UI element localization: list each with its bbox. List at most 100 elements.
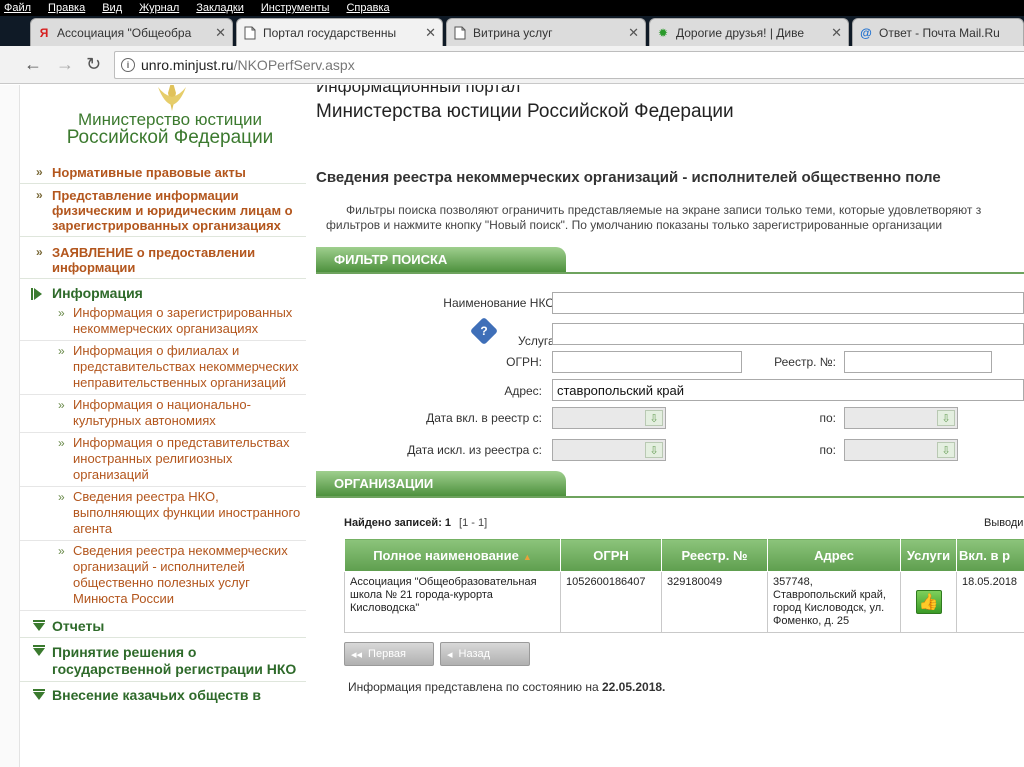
sort-icon[interactable]: ▲ (523, 552, 532, 562)
browser-tab-active[interactable]: Портал государственны ✕ (236, 18, 443, 46)
orgs-table: Полное наименование ▲ ОГРН Реестр. № Адре… (344, 538, 1024, 633)
browser-tab[interactable]: @ Ответ - Почта Mail.Ru (852, 18, 1024, 46)
address-bar: ← → ↻ i unro.minjust.ru/NKOPerfServ.aspx (0, 46, 1024, 84)
back-arrow-icon[interactable]: ← (24, 54, 42, 75)
help-icon[interactable]: ? (469, 316, 499, 346)
portal-title-line1: Информационный портал (316, 85, 521, 96)
column-header-ogrn[interactable]: ОГРН (560, 538, 662, 572)
nav-item-info-provision[interactable]: » Представление информации физическим и ю… (20, 184, 306, 237)
calendar-icon[interactable]: ⇩ (937, 410, 955, 426)
calendar-icon[interactable]: ⇩ (645, 442, 663, 458)
collapse-arrow-icon (33, 689, 45, 700)
expand-arrow-icon (31, 288, 42, 300)
nav-subitem-religious[interactable]: » Информация о представительствах иностра… (20, 433, 306, 487)
filter-title: ФИЛЬТР ПОИСКА (316, 247, 566, 273)
url-field[interactable]: i unro.minjust.ru/NKOPerfServ.aspx (114, 51, 1024, 79)
cell-regno: 329180049 (661, 571, 768, 633)
nko-name-label: Наименование НКО: (443, 296, 558, 310)
bullet-icon: » (58, 344, 65, 358)
column-header-services[interactable]: Услуги (900, 538, 957, 572)
column-header-address[interactable]: Адрес (767, 538, 901, 572)
portal-title-line2: Министерства юстиции Российской Федераци… (316, 101, 734, 122)
calendar-icon[interactable]: ⇩ (645, 410, 663, 426)
nav-item-reports[interactable]: Отчеты (20, 611, 306, 638)
back-page-button[interactable]: ◂ Назад (440, 642, 530, 666)
date-out-from-field[interactable]: ⇩ (552, 439, 666, 461)
first-page-button[interactable]: ◂◂ Первая (344, 642, 434, 666)
ogrn-input[interactable] (552, 351, 742, 373)
double-left-arrow-icon: ◂◂ (351, 648, 363, 661)
menu-history[interactable]: Журнал (139, 0, 179, 16)
status-line: Информация представлена по состоянию на … (348, 680, 666, 694)
output-label: Выводи (984, 517, 1024, 529)
mail-at-icon: @ (860, 25, 872, 40)
url-path: /NKOPerfServ.aspx (233, 57, 355, 73)
tab-label: Ассоциация "Общеобра (57, 25, 192, 40)
bullet-icon: » (36, 165, 43, 179)
nav-subitem-foreign-agents[interactable]: » Сведения реестра НКО, выполняющих функц… (20, 487, 306, 541)
found-count: Найдено записей: 1 [1 - 1] (344, 517, 488, 529)
close-icon[interactable]: ✕ (215, 25, 226, 41)
close-icon[interactable]: ✕ (425, 25, 436, 41)
table-header-row: Полное наименование ▲ ОГРН Реестр. № Адре… (344, 538, 1024, 572)
ogrn-label: ОГРН: (506, 355, 542, 369)
page-content: Я Министерство юстиции Российской Федера… (0, 85, 1024, 767)
nav-item-application[interactable]: » ЗАЯВЛЕНИЕ о предоставлении информации (20, 237, 306, 279)
forward-arrow-icon[interactable]: → (56, 54, 74, 75)
browser-tab[interactable]: ✹ Дорогие друзья! | Диве ✕ (649, 18, 849, 46)
close-icon[interactable]: ✕ (628, 25, 639, 41)
nav-subitem-autonomies[interactable]: » Информация о национально-культурных авт… (20, 395, 306, 433)
date-out-to-field[interactable]: ⇩ (844, 439, 958, 461)
document-icon (453, 26, 467, 40)
bullet-icon: » (36, 245, 43, 259)
date-in-from-field[interactable]: ⇩ (552, 407, 666, 429)
ministry-title: Министерство юстиции Российской Федераци… (40, 111, 300, 148)
bullet-icon: » (58, 544, 65, 558)
column-header-date[interactable]: Вкл. в р (956, 538, 1024, 572)
bullet-icon: » (58, 398, 65, 412)
bullet-icon: » (36, 188, 43, 202)
reload-icon[interactable]: ↻ (86, 54, 101, 75)
nav-item-cossack[interactable]: Внесение казачьих обществ в (20, 682, 306, 706)
cell-name: Ассоциация "Общеобразовательная школа № … (344, 571, 561, 633)
bullet-icon: » (58, 490, 65, 504)
thumbs-up-icon[interactable]: 👍 (915, 590, 942, 614)
nav-item-information[interactable]: Информация (20, 279, 306, 303)
menu-bookmarks[interactable]: Закладки (196, 0, 244, 16)
info-icon[interactable]: i (121, 58, 135, 72)
date-in-to-field[interactable]: ⇩ (844, 407, 958, 429)
tab-label: Витрина услуг (473, 25, 553, 40)
tab-label: Портал государственны (263, 25, 397, 40)
sidebar: Министерство юстиции Российской Федераци… (20, 85, 306, 767)
menu-tools[interactable]: Инструменты (261, 0, 330, 16)
date-out-to-label: по: (819, 443, 836, 457)
table-row[interactable]: Ассоциация "Общеобразовательная школа № … (344, 571, 1024, 633)
calendar-icon[interactable]: ⇩ (937, 442, 955, 458)
browser-tab[interactable]: Я Ассоциация "Общеобра ✕ (30, 18, 233, 46)
menu-help[interactable]: Справка (346, 0, 389, 16)
column-header-name[interactable]: Полное наименование ▲ (344, 538, 561, 572)
menu-file[interactable]: Файл (4, 0, 31, 16)
orgs-title: ОРГАНИЗАЦИИ (316, 471, 566, 497)
nko-name-input[interactable] (552, 292, 1024, 314)
main-content: Информационный портал Министерства юстиц… (316, 85, 1024, 767)
nav-item-registration-decision[interactable]: Принятие решения о государственной регис… (20, 638, 306, 682)
tab-strip: Я Ассоциация "Общеобра ✕ Портал государс… (0, 16, 1024, 46)
menu-view[interactable]: Вид (102, 0, 122, 16)
regno-input[interactable] (844, 351, 992, 373)
service-input[interactable] (552, 323, 1024, 345)
cell-address: 357748, Ставропольский край, город Кисло… (767, 571, 901, 633)
bullet-icon: » (58, 306, 65, 320)
menu-edit[interactable]: Правка (48, 0, 85, 16)
close-icon[interactable]: ✕ (831, 25, 842, 41)
nav-subitem-useful-services[interactable]: » Сведения реестра некоммерческих организ… (20, 541, 306, 611)
orgs-section-header: ОРГАНИЗАЦИИ (316, 471, 1024, 498)
column-header-regno[interactable]: Реестр. № (661, 538, 768, 572)
browser-tab[interactable]: Витрина услуг ✕ (446, 18, 646, 46)
address-input[interactable] (552, 379, 1024, 401)
regno-label: Реестр. №: (774, 355, 836, 369)
nav-subitem-registered-nko[interactable]: » Информация о зарегистрированных некомме… (20, 303, 306, 341)
nav-subitem-branches[interactable]: » Информация о филиалах и представительст… (20, 341, 306, 395)
yandex-icon: Я (39, 25, 49, 40)
nav-item-normative-acts[interactable]: » Нормативные правовые акты (20, 163, 306, 184)
